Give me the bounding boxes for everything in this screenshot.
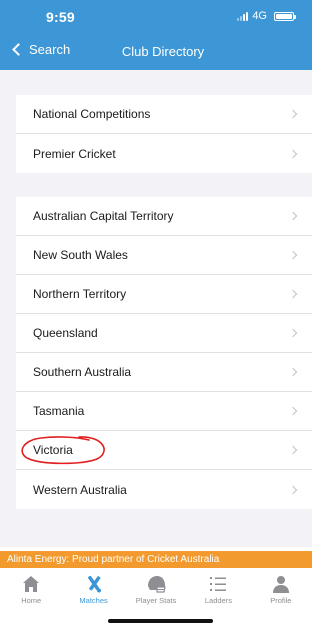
chevron-right-icon [288,289,298,299]
list-item-label: Tasmania [33,404,85,418]
tab-label: Ladders [204,596,232,605]
tab-home[interactable]: Home [0,568,62,608]
list-item-qld[interactable]: Queensland [16,314,312,353]
network-label: 4G [252,10,267,22]
list-item-label: Queensland [33,326,98,340]
app-screen: 9:59 4G Search Club Directory National C… [0,0,312,630]
list-item-premier-cricket[interactable]: Premier Cricket [16,134,312,173]
sponsor-banner[interactable]: Alinta Energy: Proud partner of Cricket … [0,551,312,568]
list-item-label: National Competitions [33,107,151,121]
list-item-tas[interactable]: Tasmania [16,392,312,431]
red-circle-annotation [21,436,105,465]
chevron-right-icon [288,367,298,377]
tab-label: Home [21,596,42,605]
page-title: Club Directory [121,44,205,59]
list-item-nsw[interactable]: New South Wales [16,236,312,275]
list-item-national-competitions[interactable]: National Competitions [16,95,312,134]
header-bar: 9:59 4G Search Club Directory [0,0,312,70]
chevron-right-icon [288,328,298,338]
tab-bar: Home Matches Player Stats Ladders Profil… [0,568,312,608]
chevron-right-icon [288,149,298,158]
helmet-icon [148,576,166,593]
battery-icon [274,11,296,21]
tab-label: Matches [79,596,108,605]
cricket-bats-icon [87,575,101,593]
list-item-sa[interactable]: Southern Australia [16,353,312,392]
competitions-section: National Competitions Premier Cricket [16,95,312,173]
tab-matches[interactable]: Matches [62,568,124,608]
chevron-right-icon [288,211,298,221]
tab-label: Profile [270,596,292,605]
chevron-right-icon [288,250,298,260]
tab-profile[interactable]: Profile [250,568,312,608]
list-item-label: Western Australia [33,482,127,497]
home-icon [23,576,40,592]
chevron-right-icon [288,445,298,455]
list-item-label: New South Wales [33,248,128,262]
tab-player-stats[interactable]: Player Stats [125,568,187,608]
status-time: 9:59 [46,9,75,25]
tab-label: Player Stats [135,596,177,605]
list-item-label: Northern Territory [33,287,127,301]
list-item-wa[interactable]: Western Australia [16,470,312,509]
signal-icon [237,11,249,21]
chevron-right-icon [288,109,298,119]
tab-ladders[interactable]: Ladders [187,568,249,608]
home-indicator[interactable] [108,619,213,623]
list-item-act[interactable]: Australian Capital Territory [16,197,312,236]
status-indicators: 4G [237,10,296,22]
list-item-label: Australian Capital Territory [33,209,174,223]
list-item-label: Southern Australia [33,365,132,379]
person-icon [272,576,289,593]
chevron-right-icon [288,406,298,416]
numbered-list-icon [210,577,227,591]
list-item-nt[interactable]: Northern Territory [16,275,312,314]
chevron-right-icon [288,485,298,494]
list-item-label: Premier Cricket [33,146,116,161]
